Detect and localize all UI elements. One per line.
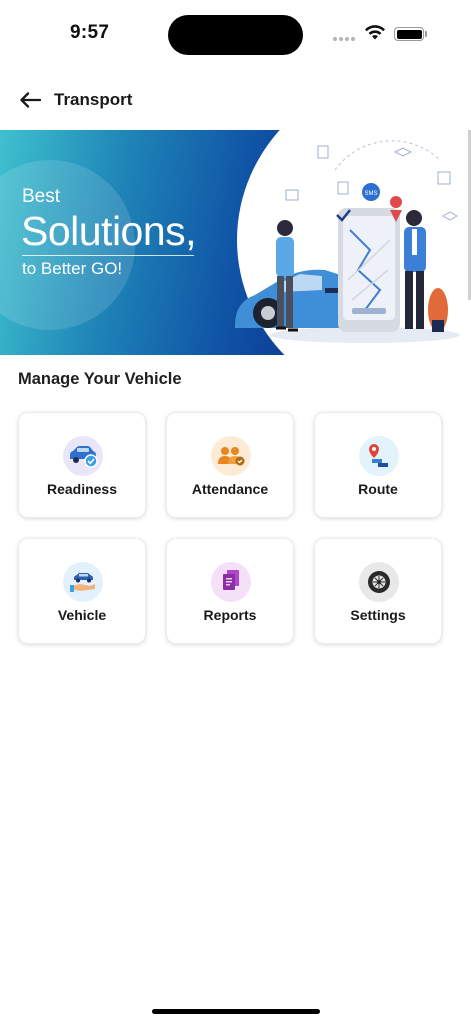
car-check-icon — [63, 436, 103, 476]
arrow-left-icon — [20, 92, 41, 108]
reports-tile[interactable]: Reports — [166, 538, 294, 644]
tile-label: Readiness — [46, 481, 118, 497]
banner-line1: Best — [22, 186, 61, 207]
reports-icon — [211, 562, 251, 602]
top-header: Transport — [0, 78, 471, 122]
vehicle-tile[interactable]: Vehicle — [18, 538, 146, 644]
banner-subline: to Better GO! — [22, 259, 123, 278]
back-button[interactable] — [14, 84, 46, 116]
page-title: Transport — [54, 90, 133, 109]
status-time: 9:57 — [70, 22, 110, 43]
tile-label: Route — [358, 481, 398, 497]
dynamic-island — [168, 15, 303, 55]
home-indicator[interactable] — [152, 1009, 320, 1014]
people-icon — [211, 436, 251, 476]
sms-badge: SMS — [364, 191, 377, 197]
attendance-tile[interactable]: Attendance — [166, 412, 294, 518]
route-tile[interactable]: Route — [314, 412, 442, 518]
tile-label: Settings — [350, 607, 406, 623]
tile-label: Vehicle — [57, 607, 107, 623]
readiness-tile[interactable]: Readiness — [18, 412, 146, 518]
banner-illustration: SMS — [235, 140, 460, 343]
signal-icon — [333, 37, 355, 41]
section-title: Manage Your Vehicle — [18, 370, 182, 388]
banner-headline: Solutions, — [21, 208, 197, 254]
battery-icon — [394, 27, 424, 41]
tile-label: Reports — [203, 607, 257, 623]
car-hand-icon — [63, 562, 103, 602]
route-pin-icon — [359, 436, 399, 476]
settings-tile[interactable]: Settings — [314, 538, 442, 644]
promo-banner: Best Solutions, to Better GO! SMS — [0, 130, 471, 355]
wifi-icon — [365, 25, 385, 40]
banner-divider — [22, 255, 194, 256]
status-bar: 9:57 — [0, 0, 471, 66]
tile-label: Attendance — [191, 481, 269, 497]
tire-icon — [359, 562, 399, 602]
